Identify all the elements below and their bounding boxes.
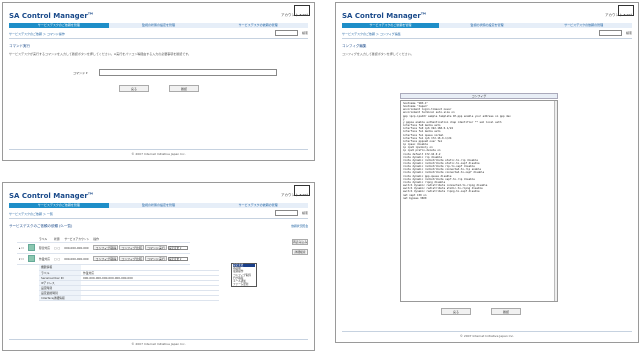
advanced-search-button[interactable]: 詳細検索: [292, 249, 308, 255]
config-line: nat bypass 3600: [403, 196, 427, 200]
config-title: コンフィグ: [400, 93, 558, 99]
main-nav: サービスデスクのご依頼を管理 監視の状態の設定を管理 サービスデスクの依頼の管理: [342, 23, 633, 28]
account-menu[interactable]: アカウント ▾ ext: [281, 13, 308, 18]
app-header: SA Control ManagerTM アカウント ▾ ext: [3, 9, 314, 23]
action-select[interactable]: 設定変更 ▾: [167, 257, 188, 261]
app-title: SA Control ManagerTM: [342, 12, 426, 21]
nav-tab-requests[interactable]: サービスデスクの依頼の管理: [208, 23, 309, 28]
search-input[interactable]: [275, 210, 298, 216]
panel-config-edit: SA Control ManagerTM アカウント ▾ ext サービスデスク…: [335, 2, 639, 343]
main-nav: サービスデスクのご依頼を管理 監視の状態の設定を管理 サービスデスクの依頼の管理: [9, 23, 309, 28]
search-button[interactable]: 検索: [302, 211, 308, 215]
confirm-button[interactable]: 確認: [169, 85, 199, 92]
account-menu[interactable]: アカウント ▾ ext: [281, 193, 308, 198]
search-input[interactable]: [599, 30, 622, 36]
nav-tab-servicedesk[interactable]: サービスデスクのご依頼を管理: [9, 23, 109, 28]
section-description: コンフィグを入力して確認ボタンを押してください。: [342, 52, 414, 56]
side-link-status[interactable]: 依頼状況照会: [291, 224, 308, 228]
op-config-compare-button[interactable]: コンフィグ比較: [119, 245, 144, 250]
request-table: ラベル 状態 サービスアカウント 操作 ▸ ☐ 障害対応 ▢ ▢ 000-000…: [17, 237, 190, 265]
section-title: コンフィグ編集: [342, 44, 367, 48]
command-input[interactable]: [99, 69, 277, 76]
config-textarea[interactable]: hostname "SRX-1" hostname "Japan" environm…: [400, 100, 558, 302]
section-description: サービスデスクが実行するコマンドを入力して確認ボタンを押してください。※実行をパ…: [9, 52, 191, 56]
account-menu[interactable]: アカウント ▾ ext: [605, 13, 632, 18]
breadcrumb[interactable]: サービスデスクのご依頼 ＞ 一覧: [9, 212, 53, 216]
breadcrumb[interactable]: サービスデスクのご依頼 ＞ コマンド操作: [9, 32, 65, 36]
breadcrumb[interactable]: サービスデスクのご依頼 ＞ コンフィグ編集: [342, 32, 401, 36]
confirm-button[interactable]: 確認: [491, 308, 521, 315]
section-title: サービスデスクのご依頼の依頼 (0-一覧): [9, 224, 73, 228]
row-account: 000-000-000-000: [62, 242, 92, 254]
detail-table: 機器情報 ラベル 作業対応 Serialnumber ID 000-000-000-00…: [39, 265, 219, 301]
status-icons: ▢ ▢: [52, 253, 63, 265]
nav-tab-requests[interactable]: サービスデスクの依頼の管理: [535, 23, 633, 28]
footer-copyright: © 2007 Internet Initiative Japan Inc.: [9, 339, 308, 346]
row-account: 000-000-000-000: [62, 253, 92, 265]
search-input[interactable]: [275, 30, 298, 36]
detail-key: Interface詳細情報: [39, 295, 81, 301]
action-select[interactable]: 設定変更 ▾: [167, 246, 188, 250]
status-icons: ▢ ▢: [52, 242, 63, 254]
config-lines: hostname "SRX-1" hostname "Japan" environm…: [403, 102, 555, 200]
main-nav: サービスデスクのご依頼を管理 監視の状態の設定を管理 サービスデスクの依頼の管理: [9, 203, 309, 208]
expand-toggle-icon[interactable]: ▾ ☐: [17, 253, 26, 265]
detail-row: Interface詳細情報: [39, 295, 219, 301]
action-dropdown-menu[interactable]: 設定変更 再起動 電源操作 コンフィグ取得 ログ取得 メール通知 ファーム更新: [231, 263, 257, 288]
search-button[interactable]: 検索: [302, 31, 308, 35]
dropdown-option[interactable]: ファーム更新: [233, 283, 255, 286]
back-button[interactable]: 戻る: [441, 308, 471, 315]
breadcrumb-row: サービスデスクのご依頼 ＞ コンフィグ編集 検索: [342, 30, 632, 39]
row-ops: コンフィグ取得 コンフィグ比較 コマンド実行 設定変更 ▾: [91, 253, 190, 265]
op-config-get-button[interactable]: コンフィグ取得: [93, 256, 119, 261]
app-title: SA Control ManagerTM: [9, 192, 93, 201]
panel-command-execute: SA Control ManagerTM アカウント ▾ ext サービスデスク…: [2, 2, 315, 161]
footer-copyright: © 2007 Internet Initiative Japan Inc.: [9, 149, 308, 156]
command-label[interactable]: コマンド ▾: [73, 71, 87, 75]
device-icon: [27, 244, 35, 251]
nav-tab-monitoring[interactable]: 監視の状態の設定を管理: [108, 23, 209, 28]
nav-tab-monitoring[interactable]: 監視の状態の設定を管理: [108, 203, 209, 208]
back-button[interactable]: 戻る: [119, 85, 149, 92]
search-button[interactable]: 検索: [626, 31, 632, 35]
detail-value: [81, 295, 219, 301]
nav-tab-monitoring[interactable]: 監視の状態の設定を管理: [438, 23, 536, 28]
op-config-get-button[interactable]: コンフィグ取得: [93, 245, 119, 250]
op-command-button[interactable]: コマンド実行: [144, 245, 167, 250]
nav-tab-requests[interactable]: サービスデスクの依頼の管理: [208, 203, 309, 208]
row-label[interactable]: 作業対応: [36, 253, 53, 265]
app-title: SA Control ManagerTM: [9, 12, 93, 21]
nav-tab-servicedesk[interactable]: サービスデスクのご依頼を管理: [9, 203, 109, 208]
breadcrumb-row: サービスデスクのご依頼 ＞ コマンド操作 検索: [9, 30, 308, 39]
app-header: SA Control ManagerTM アカウント ▾ ext: [3, 189, 314, 203]
row-ops: コンフィグ取得 コンフィグ比較 コマンド実行 設定変更 ▾: [91, 242, 190, 254]
op-command-button[interactable]: コマンド実行: [144, 256, 167, 261]
reload-button[interactable]: 再読み込み: [292, 239, 308, 245]
expand-toggle-icon[interactable]: ▸ ☐: [17, 242, 26, 254]
table-row: ▾ ☐ 作業対応 ▢ ▢ 000-000-000-000 コンフィグ取得 コンフ…: [17, 253, 190, 265]
table-row: ▸ ☐ 障害対応 ▢ ▢ 000-000-000-000 コンフィグ取得 コンフ…: [17, 242, 190, 254]
panel-request-list: SA Control ManagerTM アカウント ▾ ext サービスデスク…: [2, 182, 315, 351]
op-config-compare-button[interactable]: コンフィグ比較: [119, 256, 144, 261]
device-icon: [27, 255, 35, 262]
footer-copyright: © 2007 Internet Initiative Japan Inc.: [342, 331, 632, 338]
app-header: SA Control ManagerTM アカウント ▾ ext: [336, 9, 638, 23]
breadcrumb-row: サービスデスクのご依頼 ＞ 一覧 検索: [9, 210, 308, 219]
section-title: コマンド実行: [9, 44, 30, 48]
row-label[interactable]: 障害対応: [36, 242, 53, 254]
config-scrollbar[interactable]: [554, 101, 557, 301]
nav-tab-servicedesk[interactable]: サービスデスクのご依頼を管理: [342, 23, 439, 28]
